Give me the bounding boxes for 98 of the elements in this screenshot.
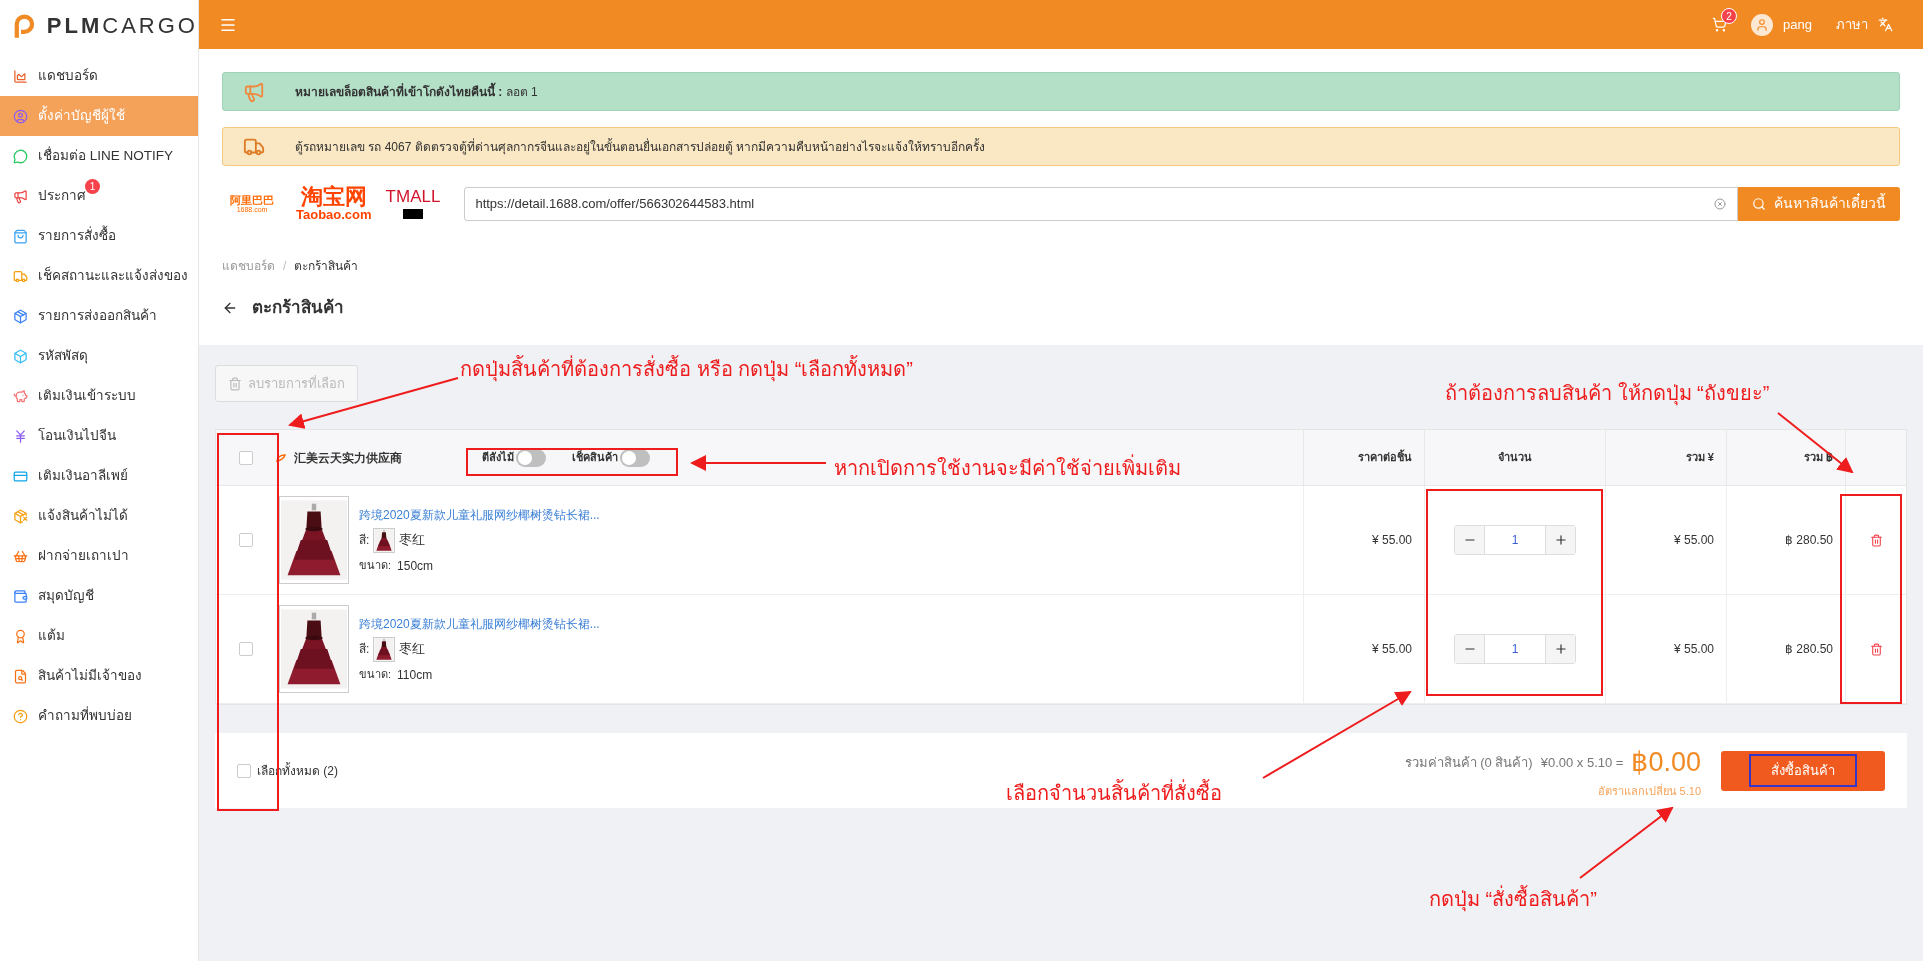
shop-icon (276, 453, 286, 462)
bag-icon (13, 228, 28, 244)
trash-icon[interactable] (1869, 533, 1883, 547)
avatar-icon[interactable] (1755, 17, 1770, 32)
attribute-label: ขนาด: (359, 558, 392, 574)
chat-icon (13, 148, 28, 164)
notice-text: ตู้รถหมายเลข รถ 4067 ติดตรวจตู้ที่ด่านศุลกากรจีนและอยู่ในขั้นตอนยื่นเอกสารปล่อยตู้ หากมีความคืบหน้าอย่างไรจะแจ้งให้ทราบอีกครั้ง (295, 137, 986, 156)
piggy-bank-icon (13, 388, 28, 404)
yen-icon (13, 428, 28, 444)
megaphone-icon (13, 188, 28, 204)
color-value: 枣红 (399, 531, 426, 550)
trash-icon[interactable] (1869, 642, 1883, 656)
color-value: 枣红 (399, 640, 426, 659)
unit-price: ¥ 55.00 (1371, 641, 1412, 658)
sidebar-item[interactable]: สมุดบัญชี (0, 576, 198, 616)
summary-formula: ¥0.00 x 5.10 = (1540, 753, 1624, 772)
tmall-logo: TMALL (385, 188, 441, 219)
total-yuan: ¥ 55.00 (1673, 641, 1714, 658)
checkbox[interactable] (239, 450, 253, 465)
file-search-icon (13, 668, 28, 684)
size-value: 110cm (397, 666, 433, 684)
attribute-label: สี: (359, 532, 370, 549)
sidebar-item[interactable]: แดชบอร์ด (0, 56, 198, 96)
summary-label: รวมค่าสินค้า (0 สินค้า) (1404, 753, 1533, 772)
sidebar-item[interactable]: ฝากจ่ายเถาเปา (0, 536, 198, 576)
plus-button[interactable] (1545, 635, 1575, 663)
back-icon[interactable] (222, 300, 238, 316)
breadcrumb-item: ตะกร้าสินค้า (294, 258, 359, 275)
sidebar-item[interactable]: เชื่อมต่อ LINE NOTIFY (0, 136, 198, 176)
sidebar-item[interactable]: โอนเงินไปจีน (0, 416, 198, 456)
annotation-text: ถ้าต้องการลบสินค้า ให้กดปุ่ม “ถังขยะ” (1445, 381, 1770, 408)
annotation-text: กดปุ่มสิ้นค้าที่ต้องการสั่งซื้อ หรือ กดปุ่ม “เลือกทั้งหมด” (460, 354, 913, 384)
unit-price: ¥ 55.00 (1371, 532, 1412, 549)
plus-button[interactable] (1545, 526, 1575, 554)
sidebar-item[interactable]: เติมเงินเข้าระบบ (0, 376, 198, 416)
annotation-text: เลือกจำนวนสิ้นค้าที่สั่งซื้อ (1006, 778, 1222, 808)
package-icon (13, 308, 28, 324)
sidebar-item[interactable]: รายการส่งออกสินค้า (0, 296, 198, 336)
megaphone-icon (243, 80, 265, 103)
size-value: 150cm (397, 557, 434, 575)
plus-icon (1553, 533, 1568, 547)
minus-button[interactable] (1455, 526, 1485, 554)
annotation-text: กดปุ่ม “สั่งซื้อสินค้า” (1429, 884, 1597, 914)
checkbox[interactable] (239, 533, 253, 547)
truck-icon (13, 268, 28, 284)
package-x-icon (13, 508, 28, 524)
cart-badge: 2 (1721, 8, 1738, 24)
annotation-text: หากเปิดการใช้งานจะมีค่าใช้จ่ายเพิ่มเติม (834, 453, 1181, 483)
card-icon (13, 468, 28, 484)
total-baht: ฿ 280.50 (1784, 532, 1833, 549)
sidebar-item[interactable]: สินค้าไม่มีเจ้าของ (0, 656, 198, 696)
checkbox[interactable] (239, 642, 253, 656)
column-header: รวม ¥ (1685, 450, 1714, 466)
taobao-logo: 淘宝网 Taobao.com (296, 186, 372, 221)
cart-icon[interactable] (1712, 17, 1728, 32)
product-link[interactable]: 跨境2020夏新款儿童礼服网纱椰树烫钻长裙... (359, 614, 600, 633)
grand-total: ฿0.00 (1631, 746, 1701, 779)
column-header: ราคาต่อชิ้น (1358, 449, 1412, 466)
url-field[interactable]: https://detail.1688.com/offer/566302644583.html (464, 186, 1738, 221)
wallet-icon (13, 588, 28, 604)
chart-icon (13, 68, 28, 84)
total-baht: ฿ 280.50 (1784, 641, 1833, 658)
sidebar-item[interactable]: แจ้งสินค้าไม่ได้ (0, 496, 198, 536)
user-icon (13, 108, 28, 124)
attribute-label: ขนาด: (359, 667, 392, 683)
breadcrumb-separator: / (283, 258, 287, 275)
sidebar-item[interactable]: ประกาศ 1 (0, 176, 198, 216)
logo-text: PLM CARGO (46, 11, 198, 40)
attribute-label: สี: (359, 641, 370, 658)
notice-text: หมายเลขล็อตสินค้าที่เข้าโกดังไทยคืนนี้ : ลอต 1 (295, 82, 538, 101)
sidebar-item[interactable]: รหัสพัสดุ (0, 336, 198, 376)
sidebar-item[interactable]: คำถามที่พบบ่อย (0, 696, 198, 736)
quantity-field[interactable]: 1 (1485, 635, 1545, 663)
total-yuan: ¥ 55.00 (1673, 532, 1714, 549)
column-header: จำนวน (1498, 450, 1532, 466)
exchange-rate: อัตราแลกเปลี่ยน 5.10 (1597, 782, 1701, 799)
toggle-label: เช็คสินค้า (572, 449, 618, 466)
clear-icon[interactable] (1714, 197, 1726, 210)
product-link[interactable]: 跨境2020夏新款儿童礼服网纱椰树烫钻长裙... (359, 505, 600, 524)
help-icon (13, 708, 28, 724)
notification-badge: 1 (85, 179, 100, 194)
basket-icon (13, 548, 28, 564)
shop-name: 汇美云天实力供应商 (294, 449, 402, 467)
trash-icon (228, 376, 242, 391)
sidebar-item[interactable]: เติมเงินอาลีเพย์ (0, 456, 198, 496)
search-icon (1752, 196, 1766, 211)
award-icon (13, 628, 28, 644)
page-title: ตะกร้าสินค้า (252, 297, 344, 320)
box-icon (13, 348, 28, 364)
sidebar-item[interactable]: แต้ม (0, 616, 198, 656)
minus-button[interactable] (1455, 635, 1485, 663)
toggle-label: ตีลังไม้ (482, 450, 514, 466)
plus-icon (1553, 642, 1568, 656)
quantity-field[interactable]: 1 (1485, 526, 1545, 554)
sidebar-item[interactable]: เช็คสถานะและแจ้งส่งของ (0, 256, 198, 296)
translate-icon[interactable] (1878, 17, 1893, 32)
sidebar-item[interactable]: รายการสั่งซื้อ (0, 216, 198, 256)
checkbox[interactable] (237, 763, 251, 778)
